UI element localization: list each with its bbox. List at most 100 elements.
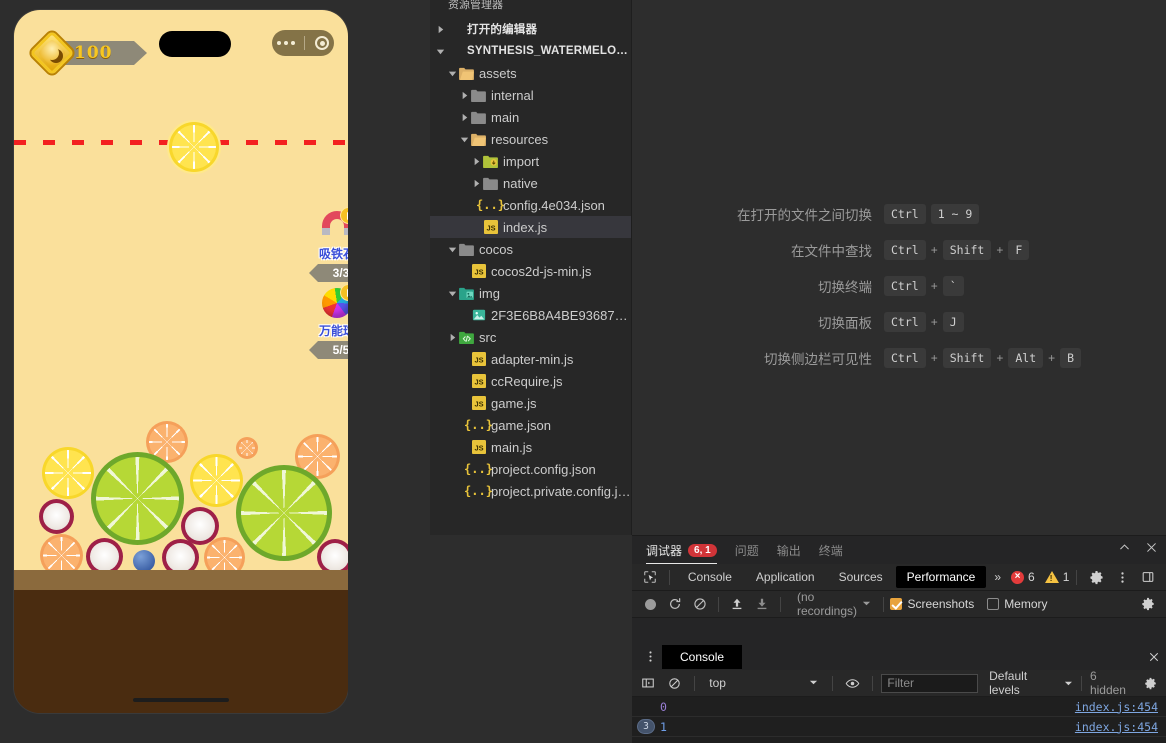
tree-item-native[interactable]: native bbox=[430, 172, 631, 194]
tab-sources[interactable]: Sources bbox=[828, 566, 894, 588]
chevron-right-icon[interactable] bbox=[470, 178, 482, 189]
close-icon[interactable] bbox=[1145, 541, 1158, 559]
tab-performance[interactable]: Performance bbox=[896, 566, 987, 588]
panel-tabbar[interactable]: 调试器 6, 1 问题 输出 终端 bbox=[632, 536, 1166, 564]
devtools-panel[interactable]: 调试器 6, 1 问题 输出 终端 bbox=[632, 535, 1166, 743]
performance-toolbar[interactable]: (no recordings) Screenshots Memory bbox=[632, 591, 1166, 618]
powerup-magnet[interactable]: 吸铁石 3/3 bbox=[310, 206, 348, 282]
chevron-down-icon[interactable] bbox=[446, 288, 458, 299]
log-source-link[interactable]: index.js:454 bbox=[1075, 700, 1158, 714]
console-filter-bar[interactable]: top Filter bbox=[632, 670, 1166, 697]
levels-label: Default levels bbox=[989, 669, 1060, 697]
tree-item-game-js[interactable]: JSgame.js bbox=[430, 392, 631, 414]
explorer-sidebar[interactable]: 资源管理器 打开的编辑器SYNTHESIS_WATERMELON-MAINass… bbox=[430, 0, 632, 535]
tab-terminal[interactable]: 终端 bbox=[819, 536, 843, 564]
tree-item-game-json[interactable]: {..}game.json bbox=[430, 414, 631, 436]
inspect-cursor-icon[interactable] bbox=[638, 567, 662, 588]
tree-item-cocos2d-js-min-js[interactable]: JScocos2d-js-min.js bbox=[430, 260, 631, 282]
tree-item-2f3e6b8a4be936870[interactable]: 2F3E6B8A4BE936870... bbox=[430, 304, 631, 326]
tab-output[interactable]: 输出 bbox=[777, 536, 801, 564]
chevron-down-icon[interactable] bbox=[446, 244, 458, 255]
file-tree[interactable]: 打开的编辑器SYNTHESIS_WATERMELON-MAINassetsint… bbox=[430, 18, 631, 502]
more-vertical-icon[interactable] bbox=[638, 646, 662, 667]
tree-item-internal[interactable]: internal bbox=[430, 84, 631, 106]
tree-item-assets[interactable]: assets bbox=[430, 62, 631, 84]
memory-checkbox[interactable]: Memory bbox=[987, 597, 1059, 611]
tree-item-main[interactable]: main bbox=[430, 106, 631, 128]
drawer-tab-console[interactable]: Console bbox=[662, 645, 742, 669]
drawer-tabbar[interactable]: Console bbox=[632, 643, 1166, 670]
record-circle-icon[interactable] bbox=[315, 36, 329, 50]
chevron-right-icon[interactable] bbox=[458, 90, 470, 101]
tree-item-[interactable]: 打开的编辑器 bbox=[430, 18, 631, 40]
js-file-icon: JS bbox=[470, 396, 487, 410]
console-sidebar-icon[interactable] bbox=[636, 673, 660, 694]
game-simulator-panel[interactable]: 100 吸铁石 3/3 bbox=[14, 10, 348, 713]
tree-item-adapter-min-js[interactable]: JSadapter-min.js bbox=[430, 348, 631, 370]
tree-item-img[interactable]: img bbox=[430, 282, 631, 304]
warning-count-badge[interactable]: ! 1 bbox=[1045, 570, 1070, 584]
tree-item-label: native bbox=[503, 176, 538, 191]
more-dots-icon[interactable] bbox=[277, 41, 295, 45]
chevron-right-icon[interactable] bbox=[470, 156, 482, 167]
shortcut-key: Ctrl bbox=[884, 312, 926, 332]
log-source-link[interactable]: index.js:454 bbox=[1075, 720, 1158, 734]
chevron-right-icon[interactable] bbox=[446, 332, 458, 343]
record-circle-icon[interactable] bbox=[638, 594, 662, 615]
chevron-right-icon[interactable] bbox=[434, 24, 446, 35]
tab-application[interactable]: Application bbox=[745, 566, 826, 588]
reload-icon[interactable] bbox=[663, 594, 687, 615]
tree-item-ccrequire-js[interactable]: JSccRequire.js bbox=[430, 370, 631, 392]
gear-icon[interactable] bbox=[1136, 594, 1160, 615]
error-count-badge[interactable]: × 6 bbox=[1011, 570, 1035, 584]
devtools-tabbar[interactable]: Console Application Sources Performance … bbox=[632, 564, 1166, 591]
dock-panel-icon[interactable] bbox=[1136, 567, 1160, 588]
clear-icon[interactable] bbox=[688, 594, 712, 615]
tree-item-src[interactable]: src bbox=[430, 326, 631, 348]
chevron-down-icon[interactable] bbox=[434, 46, 446, 57]
tree-item-project-config-json[interactable]: {..}project.config.json bbox=[430, 458, 631, 480]
toolbar-divider bbox=[883, 597, 884, 612]
screenshots-checkbox[interactable]: Screenshots bbox=[890, 597, 986, 611]
gear-icon[interactable] bbox=[1084, 567, 1108, 588]
console-filter-input[interactable]: Filter bbox=[881, 674, 978, 693]
tree-item-main-js[interactable]: JSmain.js bbox=[430, 436, 631, 458]
shortcut-row: 切换终端Ctrl+` bbox=[692, 268, 1081, 304]
tree-item-project-private-config-js[interactable]: {..}project.private.config.js... bbox=[430, 480, 631, 502]
close-icon[interactable] bbox=[1142, 646, 1166, 667]
download-icon[interactable] bbox=[750, 594, 774, 615]
tree-item-synthesis-watermelon-main[interactable]: SYNTHESIS_WATERMELON-MAIN bbox=[430, 40, 631, 62]
powerup-count: 5/5 bbox=[333, 343, 348, 357]
console-drawer[interactable]: Console bbox=[632, 643, 1166, 743]
console-log-list[interactable]: 0index.js:45431index.js:454 bbox=[632, 697, 1166, 737]
tree-item-config-4e034-json[interactable]: {..}config.4e034.json bbox=[430, 194, 631, 216]
recordings-select[interactable]: (no recordings) bbox=[791, 590, 877, 618]
chevron-down-icon[interactable] bbox=[458, 134, 470, 145]
tree-item-label: img bbox=[479, 286, 500, 301]
tab-console[interactable]: Console bbox=[677, 566, 743, 588]
tree-item-resources[interactable]: resources bbox=[430, 128, 631, 150]
execution-context-select[interactable]: top bbox=[703, 676, 823, 690]
live-expression-icon[interactable] bbox=[841, 673, 865, 694]
log-levels-select[interactable]: Default levels bbox=[989, 669, 1073, 697]
wechat-capsule-buttons[interactable] bbox=[272, 30, 334, 56]
more-vertical-icon[interactable] bbox=[1110, 567, 1134, 588]
log-message: 0 bbox=[660, 700, 1075, 714]
tab-debugger[interactable]: 调试器 6, 1 bbox=[646, 536, 717, 564]
hidden-messages-count[interactable]: 6 hidden bbox=[1090, 669, 1135, 697]
console-log-row[interactable]: 0index.js:454 bbox=[632, 697, 1166, 717]
tree-item-cocos[interactable]: cocos bbox=[430, 238, 631, 260]
gear-icon[interactable] bbox=[1138, 673, 1162, 694]
chevron-down-icon[interactable] bbox=[446, 68, 458, 79]
powerup-rainbow-ball[interactable]: 万能球 5/5 bbox=[310, 286, 348, 359]
chevron-up-icon[interactable] bbox=[1118, 541, 1131, 559]
upload-icon[interactable] bbox=[725, 594, 749, 615]
svg-text:JS: JS bbox=[474, 378, 483, 387]
clear-console-icon[interactable] bbox=[663, 673, 687, 694]
tree-item-index-js[interactable]: JSindex.js bbox=[430, 216, 631, 238]
console-log-row[interactable]: 31index.js:454 bbox=[632, 717, 1166, 737]
chevron-right-icon[interactable] bbox=[458, 112, 470, 123]
more-tabs-button[interactable]: » bbox=[988, 566, 1007, 588]
tree-item-import[interactable]: import bbox=[430, 150, 631, 172]
tab-problems[interactable]: 问题 bbox=[735, 536, 759, 564]
